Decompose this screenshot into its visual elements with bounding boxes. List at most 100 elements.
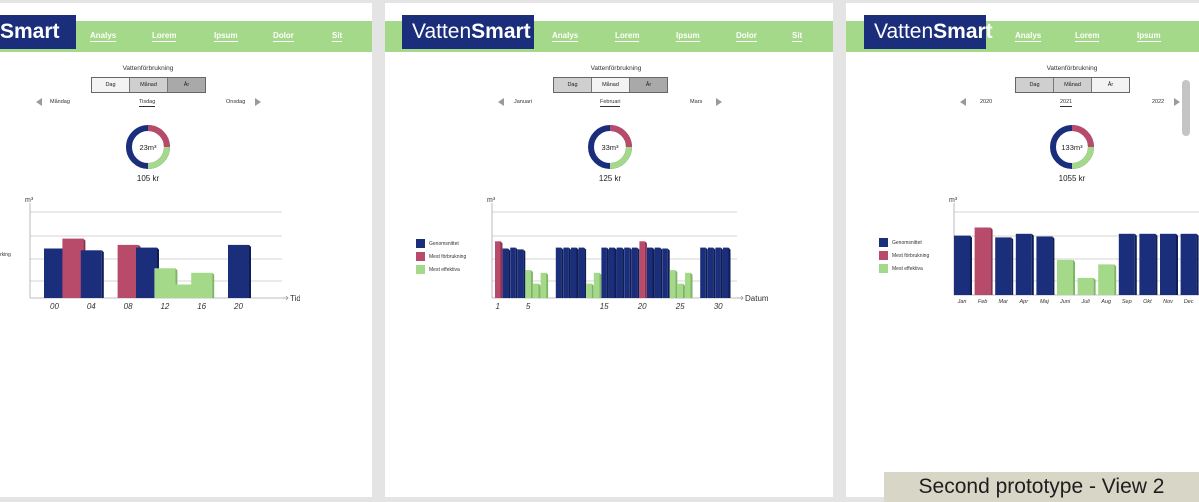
prev-period[interactable]: 2020 xyxy=(980,99,992,105)
legend-item: Mest effektiva xyxy=(879,262,929,275)
view-year: VattenSmart Analys Lorem Ipsum Vattenför… xyxy=(846,3,1199,497)
segment-day[interactable]: Dag xyxy=(92,78,130,92)
nav-dolor[interactable]: Dolor xyxy=(736,31,757,42)
nav-ipsum[interactable]: Ipsum xyxy=(1137,31,1161,42)
segment-day[interactable]: Dag xyxy=(554,78,592,92)
x-tick-label: 5 xyxy=(526,302,531,311)
bar-side xyxy=(1011,237,1014,295)
x-tick-label: Sep xyxy=(1122,299,1132,305)
bar xyxy=(1057,259,1073,295)
bar-chart: m³ Jan Feb Mar Apr Maj Juni Juli Aug Sep Okt Nov Dec xyxy=(949,197,1199,305)
bar-side xyxy=(1073,259,1075,295)
x-tick-label: Juni xyxy=(1059,299,1071,305)
view-day: Smart Analys Lorem Ipsum Dolor Sit Vatte… xyxy=(0,3,372,497)
bar xyxy=(62,238,84,298)
period-selector: Dag Månad År xyxy=(91,77,206,93)
prev-arrow-icon[interactable] xyxy=(960,98,966,106)
nav-analys[interactable]: Analys xyxy=(90,31,117,42)
bar-side xyxy=(1196,233,1199,295)
prev-arrow-icon[interactable] xyxy=(498,98,504,106)
bar xyxy=(616,247,623,298)
bar xyxy=(1015,233,1032,295)
donut-value: 33m³ xyxy=(601,143,619,152)
nav-sit[interactable]: Sit xyxy=(792,31,803,42)
x-tick-label: 15 xyxy=(600,302,609,311)
bar-side xyxy=(101,250,104,298)
bar-side xyxy=(523,249,526,298)
period-selector: Dag Månad År xyxy=(553,77,668,93)
x-tick-label: Apr xyxy=(1019,299,1030,305)
next-arrow-icon[interactable] xyxy=(255,98,261,106)
nav-lorem[interactable]: Lorem xyxy=(615,31,640,42)
nav-sit[interactable]: Sit xyxy=(332,31,343,42)
prev-period[interactable]: Januari xyxy=(514,99,532,105)
prev-arrow-icon[interactable] xyxy=(36,98,42,106)
bar xyxy=(191,272,213,298)
nav-analys[interactable]: Analys xyxy=(1015,31,1042,42)
bar xyxy=(609,247,615,298)
x-tick-label: 20 xyxy=(233,302,243,311)
bar-side xyxy=(713,247,716,298)
bar xyxy=(533,283,539,298)
nav-lorem[interactable]: Lorem xyxy=(1075,31,1100,42)
bar xyxy=(578,247,585,298)
next-period[interactable]: Onsdag xyxy=(226,99,245,105)
bar xyxy=(586,283,592,298)
next-period[interactable]: 2022 xyxy=(1152,99,1164,105)
bar xyxy=(700,247,706,298)
bar xyxy=(974,227,991,295)
x-tick-label: 25 xyxy=(675,302,685,311)
bar-side xyxy=(728,247,731,298)
logo[interactable]: VattenSmart xyxy=(402,15,534,49)
next-arrow-icon[interactable] xyxy=(1174,98,1180,106)
bar xyxy=(654,247,661,298)
x-tick-label: Mar xyxy=(998,299,1009,305)
next-period[interactable]: Mars xyxy=(690,99,702,105)
nav-lorem[interactable]: Lorem xyxy=(152,31,177,42)
segment-year[interactable]: År xyxy=(630,78,667,92)
bar-side xyxy=(1031,233,1034,295)
bar xyxy=(1118,233,1135,295)
bar xyxy=(723,247,729,298)
segment-month[interactable]: Månad xyxy=(130,78,168,92)
bar-side xyxy=(576,247,579,298)
x-tick-label: Aug xyxy=(1100,299,1112,305)
legend-item: Genomsnittet xyxy=(416,237,466,250)
bar-side xyxy=(508,248,511,298)
segment-month[interactable]: Månad xyxy=(1054,78,1092,92)
x-tick-label: Jan xyxy=(957,299,967,305)
bar xyxy=(136,247,157,298)
chart-title: Vattenförbrukning xyxy=(1046,65,1098,72)
bar-side xyxy=(970,235,972,295)
bar-side xyxy=(1093,277,1096,295)
x-tick-label: 08 xyxy=(124,302,133,311)
nav-ipsum[interactable]: Ipsum xyxy=(676,31,700,42)
cost-label: 105 kr xyxy=(136,174,160,183)
bar-side xyxy=(606,247,609,298)
bar-side xyxy=(546,272,549,298)
bar xyxy=(44,248,65,298)
y-axis-label: m³ xyxy=(487,197,496,204)
prev-period[interactable]: Måndag xyxy=(50,99,70,105)
nav-analys[interactable]: Analys xyxy=(552,31,579,42)
nav-ipsum[interactable]: Ipsum xyxy=(214,31,238,42)
logo[interactable]: Smart xyxy=(0,15,76,49)
segment-year[interactable]: År xyxy=(1092,78,1129,92)
view-month: VattenSmart Analys Lorem Ipsum Dolor Sit… xyxy=(385,3,833,497)
segment-day[interactable]: Dag xyxy=(1016,78,1054,92)
nav-dolor[interactable]: Dolor xyxy=(273,31,294,42)
x-axis-label: Tid xyxy=(290,294,300,303)
scrollbar[interactable] xyxy=(1182,80,1190,136)
bar-side xyxy=(660,247,663,298)
bar xyxy=(1180,233,1197,295)
bar xyxy=(228,244,249,298)
x-tick-label: Dec xyxy=(1184,299,1194,305)
bar-side xyxy=(561,247,564,298)
bar-side xyxy=(599,272,602,298)
x-tick-label: Feb xyxy=(978,299,987,305)
segment-month[interactable]: Månad xyxy=(592,78,630,92)
logo[interactable]: VattenSmart xyxy=(864,15,993,49)
next-arrow-icon[interactable] xyxy=(716,98,722,106)
segment-year[interactable]: År xyxy=(168,78,205,92)
legend-item: Genomsnittet xyxy=(879,236,929,249)
